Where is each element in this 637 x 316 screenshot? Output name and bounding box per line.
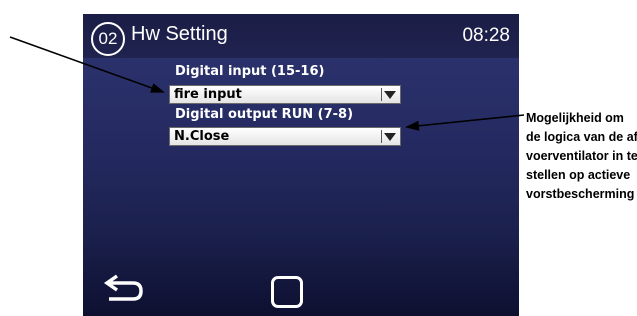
annotation-line: stellen op actieve (526, 168, 631, 182)
annotation-line: vorstbescherming (526, 187, 635, 201)
arrow-to-digital-input (9, 36, 165, 93)
annotation-line: de logica van de af- (526, 130, 637, 144)
annotation-text: Mogelijkheid om de logica van de af- voe… (526, 109, 637, 204)
arrow-to-digital-output (405, 114, 525, 131)
annotation-line: voerventilator in te (526, 149, 637, 163)
annotation-line: Mogelijkheid om (526, 111, 624, 125)
